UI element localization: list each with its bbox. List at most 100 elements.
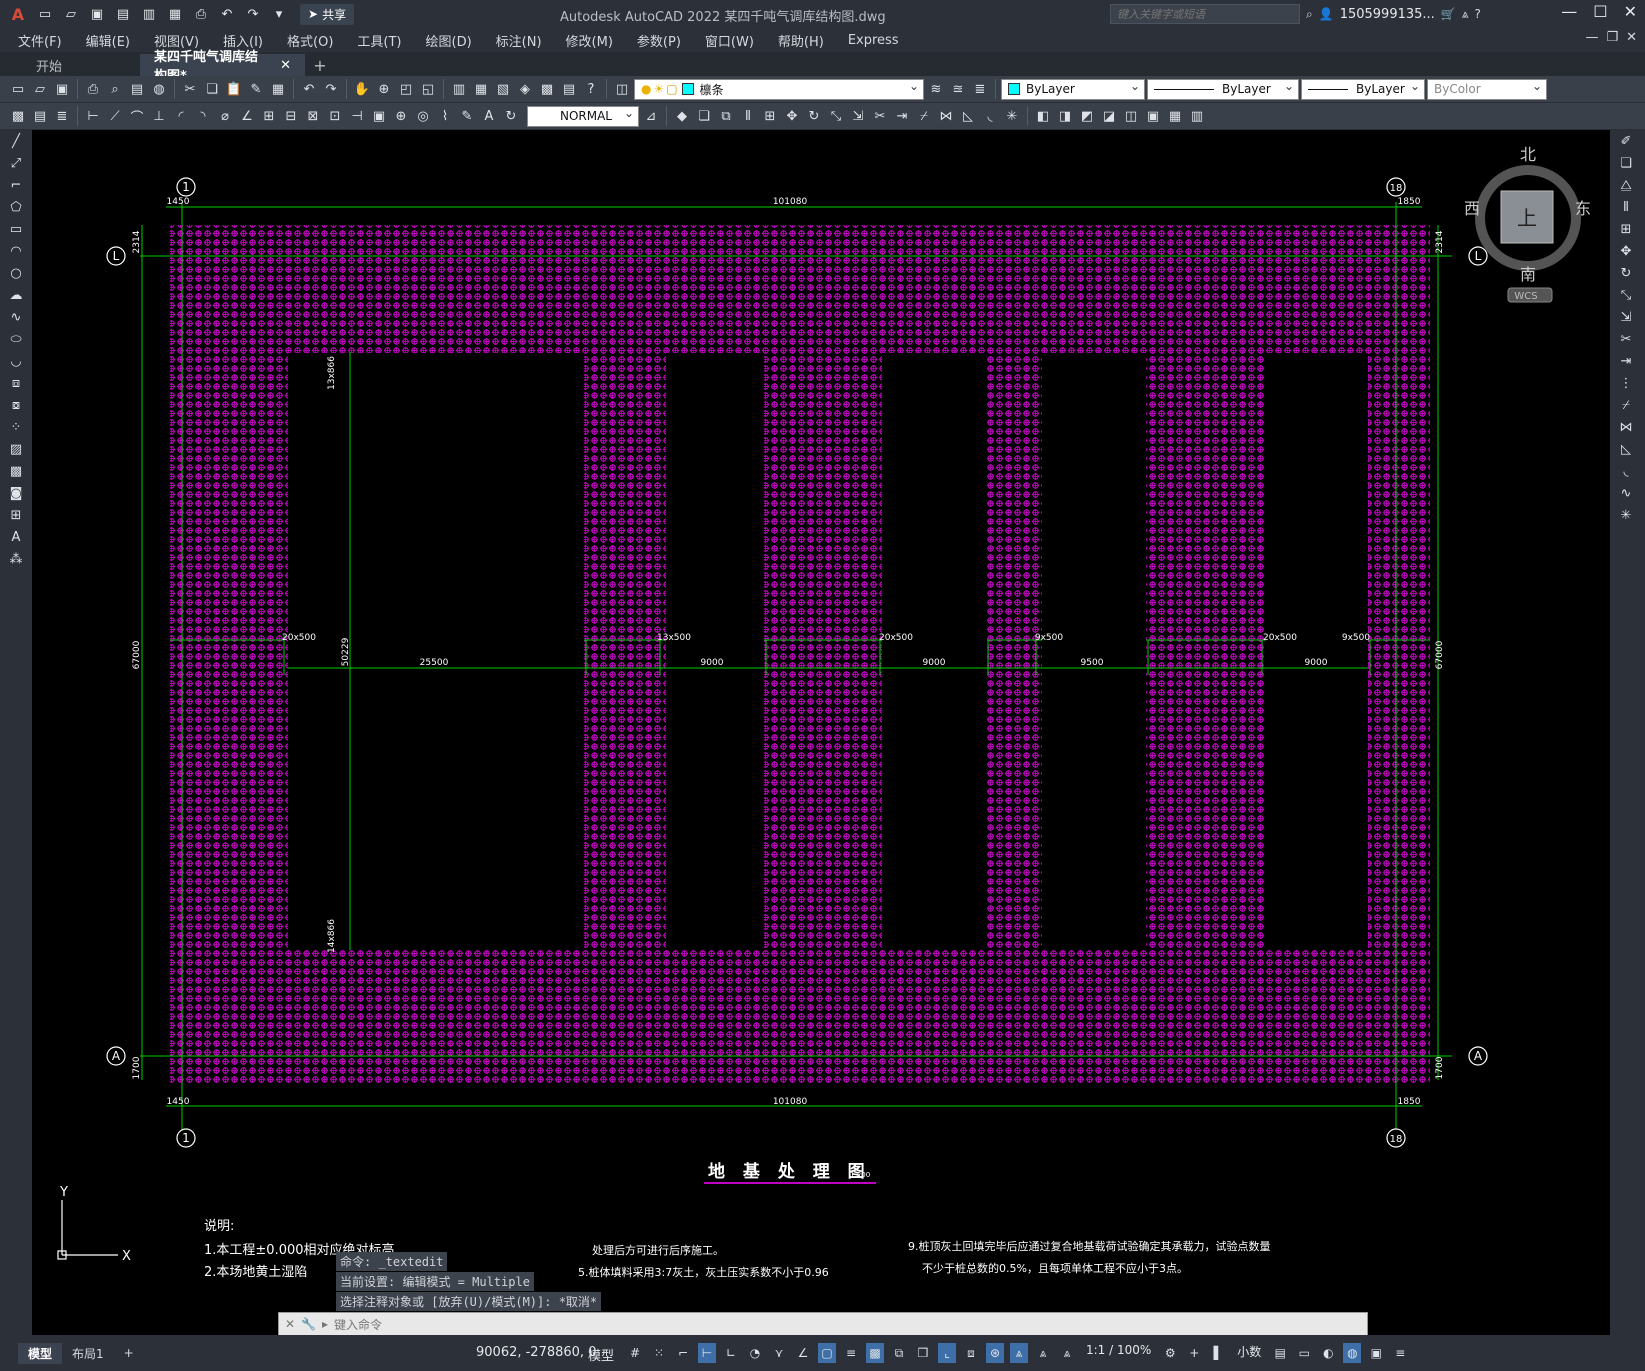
calc-icon[interactable]: ▤: [559, 79, 579, 99]
quick-dim-icon[interactable]: ⊞: [259, 106, 279, 126]
units-icon[interactable]: ▌: [1209, 1343, 1227, 1363]
modify-scale-icon[interactable]: ⤡: [826, 106, 846, 126]
dim-space-icon[interactable]: ⊡: [325, 106, 345, 126]
draworder-below-icon[interactable]: ◫: [1121, 106, 1141, 126]
gradient-tool-icon[interactable]: ▩: [0, 460, 32, 482]
annotation-scale-icon[interactable]: ⩓: [1058, 1343, 1076, 1363]
draworder-back-icon[interactable]: ◩: [1077, 106, 1097, 126]
zoom-previous-icon[interactable]: ◱: [418, 79, 438, 99]
modify-chamfer-icon[interactable]: ◺: [958, 106, 978, 126]
dim-aligned-icon[interactable]: ⟋: [105, 106, 125, 126]
dim-ordinate-icon[interactable]: ⊥: [149, 106, 169, 126]
modify-erase-icon[interactable]: ◆: [672, 106, 692, 126]
menu-format[interactable]: 格式(O): [287, 31, 333, 50]
osnap-icon[interactable]: ▢: [818, 1343, 836, 1363]
add-selected-icon[interactable]: ⁂: [0, 548, 32, 570]
grid-icon[interactable]: #: [626, 1343, 644, 1363]
viewcube-north[interactable]: 北: [1520, 145, 1536, 164]
help-icon[interactable]: ?: [1475, 7, 1481, 21]
share-button[interactable]: ➤ 共享: [300, 3, 355, 25]
draworder-front-icon[interactable]: ◨: [1055, 106, 1075, 126]
help-tb-icon[interactable]: ?: [581, 79, 601, 99]
break-point-r-icon[interactable]: ⋮: [1610, 372, 1642, 394]
insert-block-icon[interactable]: ⧈: [0, 372, 32, 394]
dim-jogged-icon[interactable]: ◝: [193, 106, 213, 126]
menu-draw[interactable]: 绘图(D): [426, 31, 472, 50]
modify-extend-icon[interactable]: ⇥: [892, 106, 912, 126]
open-file-icon[interactable]: ▱: [60, 4, 82, 24]
search-icon[interactable]: ⌕: [1306, 7, 1313, 22]
lock-ui-icon[interactable]: ▭: [1295, 1343, 1313, 1363]
add-layout-icon[interactable]: +: [114, 1344, 144, 1362]
ellipse-tool-icon[interactable]: ⬭: [0, 328, 32, 350]
dimstyle-dropdown[interactable]: NORMAL: [527, 105, 639, 127]
plot-tb-icon[interactable]: ⎙: [83, 79, 103, 99]
tool-palettes-icon[interactable]: ▧: [493, 79, 513, 99]
units-value[interactable]: 小数: [1237, 1343, 1261, 1363]
bylayer-tool-icon[interactable]: ▩: [8, 106, 28, 126]
annotation-monitor-icon[interactable]: +: [1185, 1343, 1203, 1363]
paste-icon[interactable]: 📋: [224, 79, 244, 99]
lineweight-dropdown[interactable]: ByLayer: [1301, 78, 1425, 100]
draworder-icon[interactable]: ◧: [1033, 106, 1053, 126]
point-tool-icon[interactable]: ⁘: [0, 416, 32, 438]
tab-drawing[interactable]: 某四千吨气调库结构图* ✕: [140, 50, 305, 84]
layer-states-icon[interactable]: ≣: [970, 79, 990, 99]
fillet-r-icon[interactable]: ◟: [1610, 460, 1642, 482]
otrack-icon[interactable]: ∠: [794, 1343, 812, 1363]
save-as-icon[interactable]: ▤: [112, 4, 134, 24]
copy-r-icon[interactable]: ❏: [1610, 152, 1642, 174]
modify-array-icon[interactable]: ⊞: [760, 106, 780, 126]
doc-restore-icon[interactable]: ❐: [1606, 30, 1618, 45]
pan-icon[interactable]: ✋: [352, 79, 372, 99]
extend-r-icon[interactable]: ⇥: [1610, 350, 1642, 372]
cart-icon[interactable]: 🛒: [1441, 7, 1456, 21]
dim-front-icon[interactable]: ▥: [1187, 106, 1207, 126]
dim-radius-icon[interactable]: ◜: [171, 106, 191, 126]
copy-icon[interactable]: ❏: [202, 79, 222, 99]
doc-minimize-icon[interactable]: —: [1585, 30, 1598, 45]
modify-rotate-icon[interactable]: ↻: [804, 106, 824, 126]
design-center-icon[interactable]: ◍: [149, 79, 169, 99]
properties-icon[interactable]: ▥: [449, 79, 469, 99]
mtext-tool-icon[interactable]: A: [0, 526, 32, 548]
annotation-visibility-icon[interactable]: ⩓: [1010, 1343, 1028, 1363]
layer-dropdown[interactable]: ● ☀ ▢ 檩条: [634, 78, 924, 100]
rotate-r-icon[interactable]: ↻: [1610, 262, 1642, 284]
plot-icon[interactable]: ⎙: [190, 4, 212, 24]
move-r-icon[interactable]: ✥: [1610, 240, 1642, 262]
coordinates-readout[interactable]: 90062, -278860, 0: [476, 1345, 596, 1360]
selection-cycling-icon[interactable]: ⧉: [890, 1343, 908, 1363]
cut-icon[interactable]: ✂: [180, 79, 200, 99]
new-icon[interactable]: ▭: [8, 79, 28, 99]
transparency-icon[interactable]: ▩: [866, 1343, 884, 1363]
dynamic-input-icon[interactable]: ⊢: [698, 1343, 716, 1363]
undo-tb-icon[interactable]: ↶: [299, 79, 319, 99]
quick-properties-icon[interactable]: ▤: [1271, 1343, 1289, 1363]
menu-edit[interactable]: 编辑(E): [86, 31, 130, 50]
tab-model[interactable]: 模型: [18, 1342, 63, 1364]
polar-icon[interactable]: ◔: [746, 1343, 764, 1363]
mirror-r-icon[interactable]: ⧋: [1610, 174, 1642, 196]
stretch-r-icon[interactable]: ⇲: [1610, 306, 1642, 328]
dim-text-edit-icon[interactable]: A: [479, 106, 499, 126]
ortho-icon[interactable]: ∟: [722, 1343, 740, 1363]
customize-qa-icon[interactable]: ▾: [268, 4, 290, 24]
make-current-icon[interactable]: ≋: [926, 79, 946, 99]
explode-r-icon[interactable]: ✳: [1610, 504, 1642, 526]
ellipse-arc-tool-icon[interactable]: ◡: [0, 350, 32, 372]
linetype-dropdown[interactable]: ByLayer: [1147, 78, 1299, 100]
user-name[interactable]: 1505999135...: [1340, 7, 1435, 22]
doc-close-icon[interactable]: ✕: [1626, 30, 1637, 45]
drawing-canvas[interactable]: 1 18 1 18 L L A A 101080 101080 1450 185…: [32, 130, 1610, 1335]
model-space-toggle[interactable]: 模型: [588, 1345, 614, 1364]
menu-file[interactable]: 文件(F): [18, 31, 62, 50]
workspace-gear-icon[interactable]: ⚙: [1161, 1343, 1179, 1363]
array-r-icon[interactable]: ⊞: [1610, 218, 1642, 240]
isodraft-icon[interactable]: ⋎: [770, 1343, 788, 1363]
autodesk-app-icon[interactable]: ⩓: [1462, 7, 1469, 22]
center-mark-icon[interactable]: ⊕: [391, 106, 411, 126]
menu-window[interactable]: 窗口(W): [705, 31, 754, 50]
viewcube-east[interactable]: 东: [1575, 199, 1591, 218]
minimize-icon[interactable]: —: [1561, 2, 1577, 21]
